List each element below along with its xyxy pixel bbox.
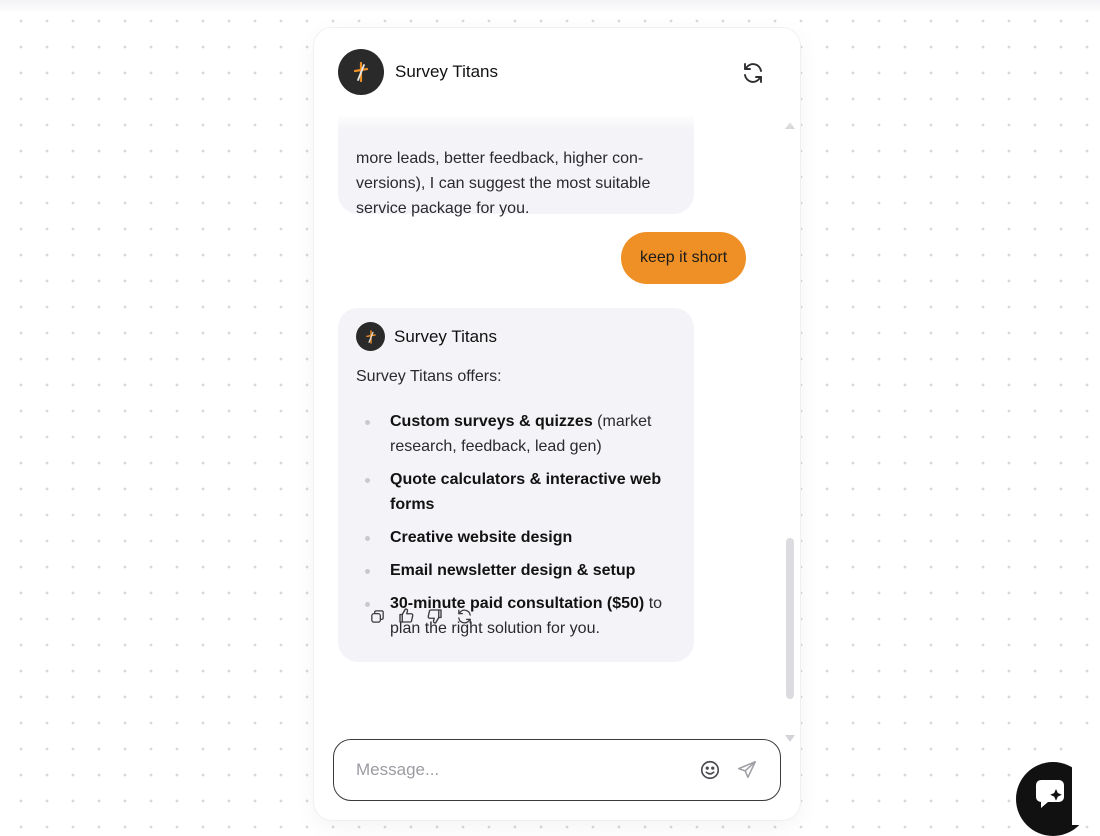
reply-intro: Survey Titans offers: [356, 368, 502, 385]
bullet-icon [365, 569, 370, 574]
chat-window: more leads, better feedback, higher con-… [314, 28, 800, 820]
thumbs-down-icon[interactable] [426, 607, 444, 625]
message-actions [368, 607, 473, 625]
page-edge [1072, 740, 1100, 825]
bullet-icon [365, 420, 370, 425]
scroll-down-arrow[interactable] [785, 735, 795, 742]
bot-message-line: more leads, better feedback, higher con- [356, 150, 644, 167]
chat-title: Survey Titans [395, 62, 498, 81]
message-composer [333, 739, 781, 801]
offer-title: Email newsletter design & setup [390, 562, 636, 579]
regenerate-icon[interactable] [455, 607, 473, 625]
list-item: Custom surveys & quizzes (market researc… [356, 409, 678, 459]
list-item: Creative website design [356, 525, 678, 550]
sender-name: Survey Titans [394, 326, 497, 346]
thumbs-up-icon[interactable] [397, 607, 415, 625]
scrollbar-thumb[interactable] [786, 538, 794, 699]
sender-row: Survey Titans [356, 322, 497, 351]
chat-header: Survey Titans [314, 28, 800, 116]
bot-message-text: more leads, better feedback, higher con-… [356, 146, 676, 221]
offer-title: Quote calculators & interactive web form… [390, 471, 662, 513]
bot-message-bubble: more leads, better feedback, higher con-… [338, 116, 694, 217]
send-icon[interactable] [736, 759, 760, 781]
scroll-up-arrow[interactable] [785, 122, 795, 129]
bullet-icon [365, 478, 370, 483]
copy-icon[interactable] [368, 607, 386, 625]
emoji-icon[interactable] [699, 759, 721, 781]
user-message-text: keep it short [640, 249, 728, 266]
offer-title: Custom surveys & quizzes [390, 413, 593, 430]
bullet-icon [365, 536, 370, 541]
bot-message-line: service package for you. [356, 200, 530, 217]
offer-title: Creative website design [390, 529, 573, 546]
message-list[interactable]: more leads, better feedback, higher con-… [314, 116, 800, 736]
user-message-bubble: keep it short [621, 232, 747, 284]
list-item: Email newsletter design & setup [356, 558, 678, 583]
chat-sparkle-icon [1030, 776, 1070, 821]
survey-titans-logo-icon [356, 322, 385, 351]
survey-titans-logo-icon [338, 49, 384, 95]
top-fade [0, 0, 1100, 14]
refresh-icon[interactable] [739, 59, 767, 87]
message-input[interactable] [356, 757, 676, 783]
list-item: Quote calculators & interactive web form… [356, 467, 678, 517]
bot-message-line: versions), I can suggest the most suitab… [356, 175, 651, 192]
